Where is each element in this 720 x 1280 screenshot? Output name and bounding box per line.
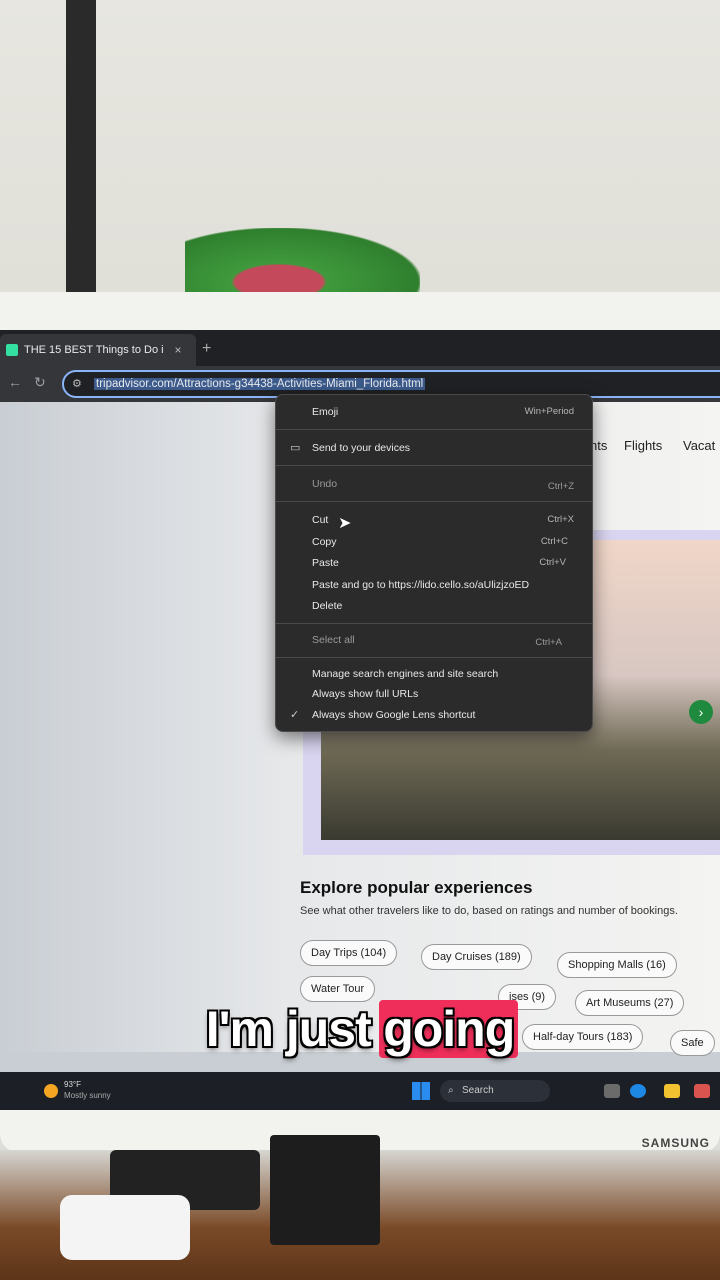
section-title: Explore popular experiences xyxy=(300,878,533,897)
taskbar-search-label: Search xyxy=(462,1085,494,1096)
context-menu: Emoji Win+Period ▭ Send to your devices … xyxy=(275,394,593,732)
menu-item-select-all[interactable]: Select all Ctrl+A xyxy=(276,631,592,651)
menu-item-manage-search-engines[interactable]: Manage search engines and site search xyxy=(276,665,592,685)
devices-icon: ▭ xyxy=(290,442,301,454)
power-strip xyxy=(60,1195,190,1260)
chip-shopping-malls[interactable]: Shopping Malls (16) xyxy=(557,952,677,978)
browser-tab[interactable]: THE 15 BEST Things to Do in M × xyxy=(0,334,196,366)
menu-separator xyxy=(276,657,592,658)
monitor-brand: SAMSUNG xyxy=(641,1136,710,1150)
reload-icon[interactable]: ↻ xyxy=(34,374,46,391)
menu-item-paste[interactable]: Paste Ctrl+V xyxy=(276,554,592,574)
caption-word: I'm just xyxy=(205,1001,372,1057)
section-subtitle: See what other travelers like to do, bas… xyxy=(300,905,678,917)
video-caption: I'm just going xyxy=(0,1000,720,1058)
dark-frame-edge xyxy=(66,0,96,300)
sun-icon[interactable] xyxy=(44,1084,58,1098)
mouse-cursor-icon: ➤ xyxy=(338,515,352,532)
tab-title: THE 15 BEST Things to Do in M xyxy=(24,344,164,356)
nav-item-flights[interactable]: Flights xyxy=(624,438,662,453)
menu-item-copy[interactable]: Copy Ctrl+C xyxy=(276,533,592,553)
site-info-icon[interactable]: ⚙ xyxy=(72,377,82,390)
tab-strip: THE 15 BEST Things to Do in M × + xyxy=(0,330,720,366)
chip-water-tours[interactable]: Water Tour xyxy=(300,976,376,1002)
menu-item-show-full-urls[interactable]: Always show full URLs xyxy=(276,685,592,705)
menu-item-paste-and-go[interactable]: Paste and go to https://lido.cello.so/aU… xyxy=(276,576,592,596)
menu-separator xyxy=(276,623,592,624)
windows-taskbar: 93°F Mostly sunny ⌕ Search xyxy=(0,1072,720,1110)
menu-item-send-to-devices[interactable]: ▭ Send to your devices xyxy=(276,439,592,459)
close-tab-icon[interactable]: × xyxy=(170,343,186,357)
menu-separator xyxy=(276,429,592,430)
menu-separator xyxy=(276,501,592,502)
windows-start-icon[interactable] xyxy=(412,1082,430,1100)
taskbar-search[interactable]: ⌕ Search xyxy=(440,1080,550,1102)
weather-temp[interactable]: 93°F xyxy=(64,1080,81,1089)
menu-item-cut[interactable]: Cut Ctrl+X xyxy=(276,511,592,531)
caption-highlighted-word: going xyxy=(379,1000,519,1058)
chip-day-trips[interactable]: Day Trips (104) xyxy=(300,940,398,966)
menu-item-google-lens-shortcut[interactable]: ✓ Always show Google Lens shortcut xyxy=(276,706,592,726)
back-icon[interactable]: ← xyxy=(8,374,22,390)
menu-item-delete[interactable]: Delete xyxy=(276,597,592,617)
file-explorer-icon[interactable] xyxy=(664,1084,680,1098)
menu-item-emoji[interactable]: Emoji Win+Period xyxy=(276,403,592,423)
monitor-screen: THE 15 BEST Things to Do in M × + ← ↻ ⚙ … xyxy=(0,330,720,1110)
chip-day-cruises[interactable]: Day Cruises (189) xyxy=(421,944,532,970)
menu-item-undo[interactable]: Undo Ctrl+Z xyxy=(276,475,592,495)
monitor-stand xyxy=(270,1135,380,1245)
menu-separator xyxy=(276,465,592,466)
taskbar-app-icon[interactable] xyxy=(604,1084,620,1098)
new-tab-button[interactable]: + xyxy=(202,340,211,358)
next-arrow-icon[interactable]: › xyxy=(689,700,713,724)
tripadvisor-favicon-icon xyxy=(6,344,18,356)
checkmark-icon: ✓ xyxy=(290,709,300,721)
taskbar-app-icon[interactable] xyxy=(694,1084,710,1098)
url-text[interactable]: tripadvisor.com/Attractions-g34438-Activ… xyxy=(94,378,426,390)
search-icon: ⌕ xyxy=(448,1085,454,1096)
edge-icon[interactable] xyxy=(630,1084,646,1098)
weather-desc[interactable]: Mostly sunny xyxy=(64,1091,111,1100)
nav-item-vacation[interactable]: Vacat xyxy=(683,438,715,453)
